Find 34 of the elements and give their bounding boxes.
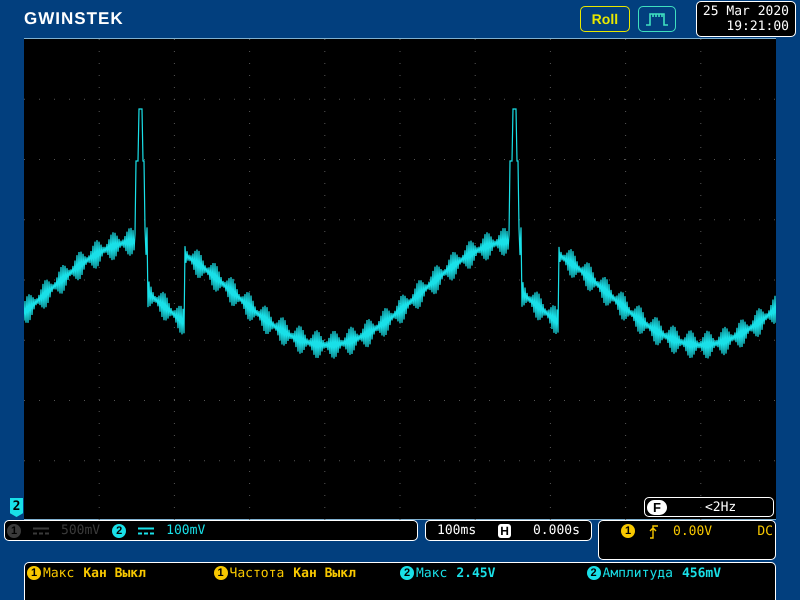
dc-coupling-icon xyxy=(33,526,49,534)
measurement-source: 2 xyxy=(586,566,600,580)
square-wave-icon xyxy=(644,11,669,27)
channel-marker[interactable]: 2 xyxy=(10,498,23,517)
trigger-source: 1 xyxy=(621,524,635,538)
brand-logo: GWINSTEK xyxy=(24,9,124,29)
channel-scale: 100mV xyxy=(166,523,206,538)
rising-edge-icon xyxy=(649,524,659,539)
trigger-coupling: DC xyxy=(757,524,773,539)
measurement-value: 456mV xyxy=(682,566,722,581)
dc-coupling-icon xyxy=(138,526,154,534)
channel-scale: 500mV xyxy=(61,523,100,538)
trigger-level: 0.00V xyxy=(673,524,712,539)
horizontal-badge: H xyxy=(498,524,511,538)
roll-button[interactable]: Roll xyxy=(580,6,630,32)
timebase-scale: 100ms xyxy=(437,523,476,538)
measurement-label: Макс xyxy=(43,566,74,581)
timebase-position: 0.000s xyxy=(532,523,580,538)
measurement-label: Амплитуда xyxy=(602,566,673,581)
acquire-button[interactable] xyxy=(638,6,676,32)
time-text: 19:21:00 xyxy=(725,19,789,34)
date-text: 25 Mar 2020 xyxy=(702,4,789,19)
channel-number: 2 xyxy=(112,524,126,538)
frequency-text: <2Hz xyxy=(704,500,736,514)
measurement-source: 1 xyxy=(214,566,228,580)
measurement-label: Макс xyxy=(416,566,448,581)
measurement-value: Кан Выкл xyxy=(83,566,146,581)
measurement-source: 2 xyxy=(400,566,414,580)
channel-number: 1 xyxy=(7,524,21,538)
measurement-value: 2.45V xyxy=(456,566,496,581)
measurement-value: Кан Выкл xyxy=(293,566,356,581)
measurement-label: Частота xyxy=(230,566,284,581)
frequency-badge: F xyxy=(647,500,667,514)
measurement-source: 1 xyxy=(27,566,41,580)
